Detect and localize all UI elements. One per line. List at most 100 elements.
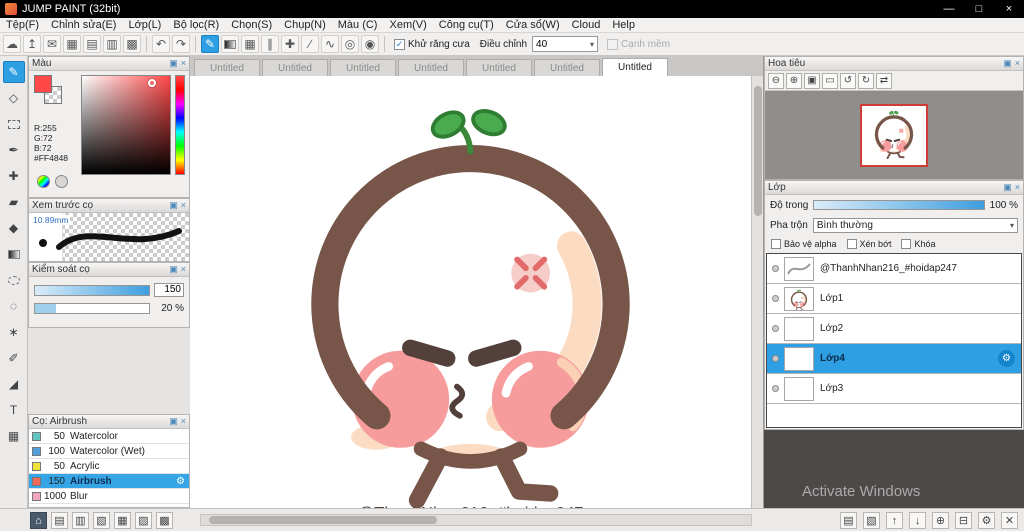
menu-item-file[interactable]: Tệp(F) <box>0 19 45 31</box>
brush-size-slider[interactable] <box>34 284 150 296</box>
menu-item-filter[interactable]: Bộ lọc(R) <box>167 19 225 31</box>
menu-item-capture[interactable]: Chụp(N) <box>278 19 332 31</box>
palette-icon[interactable] <box>55 175 68 188</box>
clipping-check-icon[interactable] <box>846 239 857 249</box>
menu-item-color[interactable]: Màu (C) <box>332 19 384 31</box>
layer-row-lop4[interactable]: Lớp4 ⚙ <box>767 344 1021 374</box>
layer-settings-icon[interactable]: ⚙ <box>978 512 995 529</box>
hue-slider[interactable] <box>175 75 185 175</box>
export-page-icon[interactable]: ▥ <box>72 512 89 529</box>
fit-screen-icon[interactable]: ▣ <box>804 72 820 89</box>
delete-layer-icon[interactable]: ✕ <box>1001 512 1018 529</box>
select-pen-tool-icon[interactable]: ✐ <box>3 347 25 369</box>
clipping-checkbox[interactable]: Xén bớt <box>846 239 891 249</box>
merge-layer-icon[interactable]: ⊕ <box>932 512 949 529</box>
lasso-tool-icon[interactable]: ◌ <box>3 295 25 317</box>
layer-visibility-toggle[interactable] <box>772 355 779 362</box>
comment-icon[interactable]: ✉ <box>43 35 61 53</box>
alpha-lock-check-icon[interactable] <box>771 239 781 249</box>
color-picker-cursor[interactable] <box>148 79 156 87</box>
correction-spinner[interactable]: 40 ▾ <box>532 36 599 52</box>
magic-wand-tool-icon[interactable]: ∗ <box>3 321 25 343</box>
zoom-in-icon[interactable]: ⊕ <box>786 72 802 89</box>
brush-settings-icon[interactable]: ⚙ <box>176 476 189 487</box>
rotate-left-icon[interactable]: ↺ <box>840 72 856 89</box>
horizontal-scrollbar[interactable] <box>200 514 752 526</box>
shape-tool-icon[interactable]: ▰ <box>3 191 25 213</box>
new-page-icon[interactable]: ▤ <box>51 512 68 529</box>
blend-mode-select[interactable]: Bình thường ▾ <box>812 217 1018 233</box>
foreground-color-swatch[interactable] <box>34 75 52 93</box>
soft-edge-checkbox[interactable]: Cạnh mềm <box>607 38 670 50</box>
brush-tool-icon[interactable]: ✎ <box>2 61 25 83</box>
move-layer-up-icon[interactable]: ↑ <box>886 512 903 529</box>
snap-curve-icon[interactable]: ∿ <box>321 35 339 53</box>
layer-visibility-toggle[interactable] <box>772 385 779 392</box>
lock-checkbox[interactable]: Khóa <box>901 239 936 249</box>
text-tool-icon[interactable]: T <box>3 399 25 421</box>
marquee-tool-icon[interactable] <box>3 113 25 135</box>
menu-item-edit[interactable]: Chỉnh sửa(E) <box>45 19 122 31</box>
copy-page-icon[interactable]: ▧ <box>93 512 110 529</box>
menu-item-layer[interactable]: Lớp(L) <box>122 19 167 31</box>
zoom-out-icon[interactable]: ⊖ <box>768 72 784 89</box>
gradient-tool-icon[interactable] <box>3 243 25 265</box>
rotate-right-icon[interactable]: ↻ <box>858 72 874 89</box>
duplicate-layer-icon[interactable]: ▧ <box>863 512 880 529</box>
panel-close-icon[interactable]: × <box>181 417 186 426</box>
panel-close-icon[interactable]: × <box>181 59 186 68</box>
cloud-icon[interactable]: ☁ <box>3 35 21 53</box>
brush-row-airbrush[interactable]: 150 Airbrush ⚙ <box>29 474 189 489</box>
antialias-check-icon[interactable]: ✓ <box>394 38 405 50</box>
panel-float-icon[interactable]: ▣ <box>1003 59 1012 68</box>
snap-radial-icon[interactable]: ◉ <box>361 35 379 53</box>
snap-cross-icon[interactable]: ✚ <box>281 35 299 53</box>
panel-float-icon[interactable]: ▣ <box>169 201 178 210</box>
gradient-icon[interactable] <box>221 35 239 53</box>
panel-close-icon[interactable]: × <box>1015 183 1020 192</box>
paste-page-icon[interactable]: ▦ <box>114 512 131 529</box>
navigator-preview-area[interactable] <box>765 91 1023 179</box>
clear-layer-icon[interactable]: ⊟ <box>955 512 972 529</box>
navigator-thumbnail[interactable] <box>860 103 928 167</box>
alpha-lock-checkbox[interactable]: Bảo vệ alpha <box>771 239 837 249</box>
tab-untitled-4[interactable]: Untitled <box>398 59 464 76</box>
canvas[interactable]: @ThanhNhan216_#hoidap247 <box>190 76 751 508</box>
layer-row-lop1[interactable]: Lớp1 <box>767 284 1021 314</box>
layer-visibility-toggle[interactable] <box>772 325 779 332</box>
move-layer-down-icon[interactable]: ↓ <box>909 512 926 529</box>
brush-row-watercolor-wet[interactable]: 100 Watercolor (Wet) <box>29 444 189 459</box>
tab-untitled-5[interactable]: Untitled <box>466 59 532 76</box>
redo-icon[interactable]: ↷ <box>172 35 190 53</box>
menu-item-window[interactable]: Cửa sổ(W) <box>500 19 566 31</box>
actual-size-icon[interactable]: ▭ <box>822 72 838 89</box>
panel-close-icon[interactable]: × <box>181 201 186 210</box>
snap-ellipse-icon[interactable]: ◎ <box>341 35 359 53</box>
pen-cursor-icon[interactable]: ✎ <box>201 35 219 53</box>
brush-row-acrylic[interactable]: 50 Acrylic <box>29 459 189 474</box>
menu-item-help[interactable]: Help <box>606 19 641 31</box>
workspace-icon[interactable]: ▦ <box>63 35 81 53</box>
layer-opacity-slider[interactable] <box>813 200 985 210</box>
layer-settings-icon[interactable]: ⚙ <box>998 350 1015 367</box>
saturation-value-picker[interactable] <box>81 75 171 175</box>
folder-open-icon[interactable]: ▩ <box>156 512 173 529</box>
eyedropper-tool-icon[interactable]: ◢ <box>3 373 25 395</box>
panel-float-icon[interactable]: ▣ <box>169 417 178 426</box>
chevron-down-icon[interactable]: ▾ <box>590 40 594 49</box>
layer-visibility-toggle[interactable] <box>772 265 779 272</box>
antialias-checkbox[interactable]: ✓ Khử răng cưa <box>394 38 470 50</box>
vertical-scroll-thumb[interactable] <box>754 86 762 216</box>
page-icon[interactable]: ▥ <box>103 35 121 53</box>
horizontal-scroll-thumb[interactable] <box>209 516 437 524</box>
undo-icon[interactable]: ↶ <box>152 35 170 53</box>
pages-icon[interactable]: ▤ <box>83 35 101 53</box>
home-icon[interactable]: ⌂ <box>30 512 47 529</box>
layer-row-lop2[interactable]: Lớp2 <box>767 314 1021 344</box>
soft-edge-check-icon[interactable] <box>607 38 619 50</box>
panel-close-icon[interactable]: × <box>1015 59 1020 68</box>
ellipse-select-tool-icon[interactable] <box>3 269 25 291</box>
move-tool-icon[interactable]: ✚ <box>3 165 25 187</box>
tab-untitled-6[interactable]: Untitled <box>534 59 600 76</box>
divide-tool-icon[interactable]: ▦ <box>3 425 25 447</box>
